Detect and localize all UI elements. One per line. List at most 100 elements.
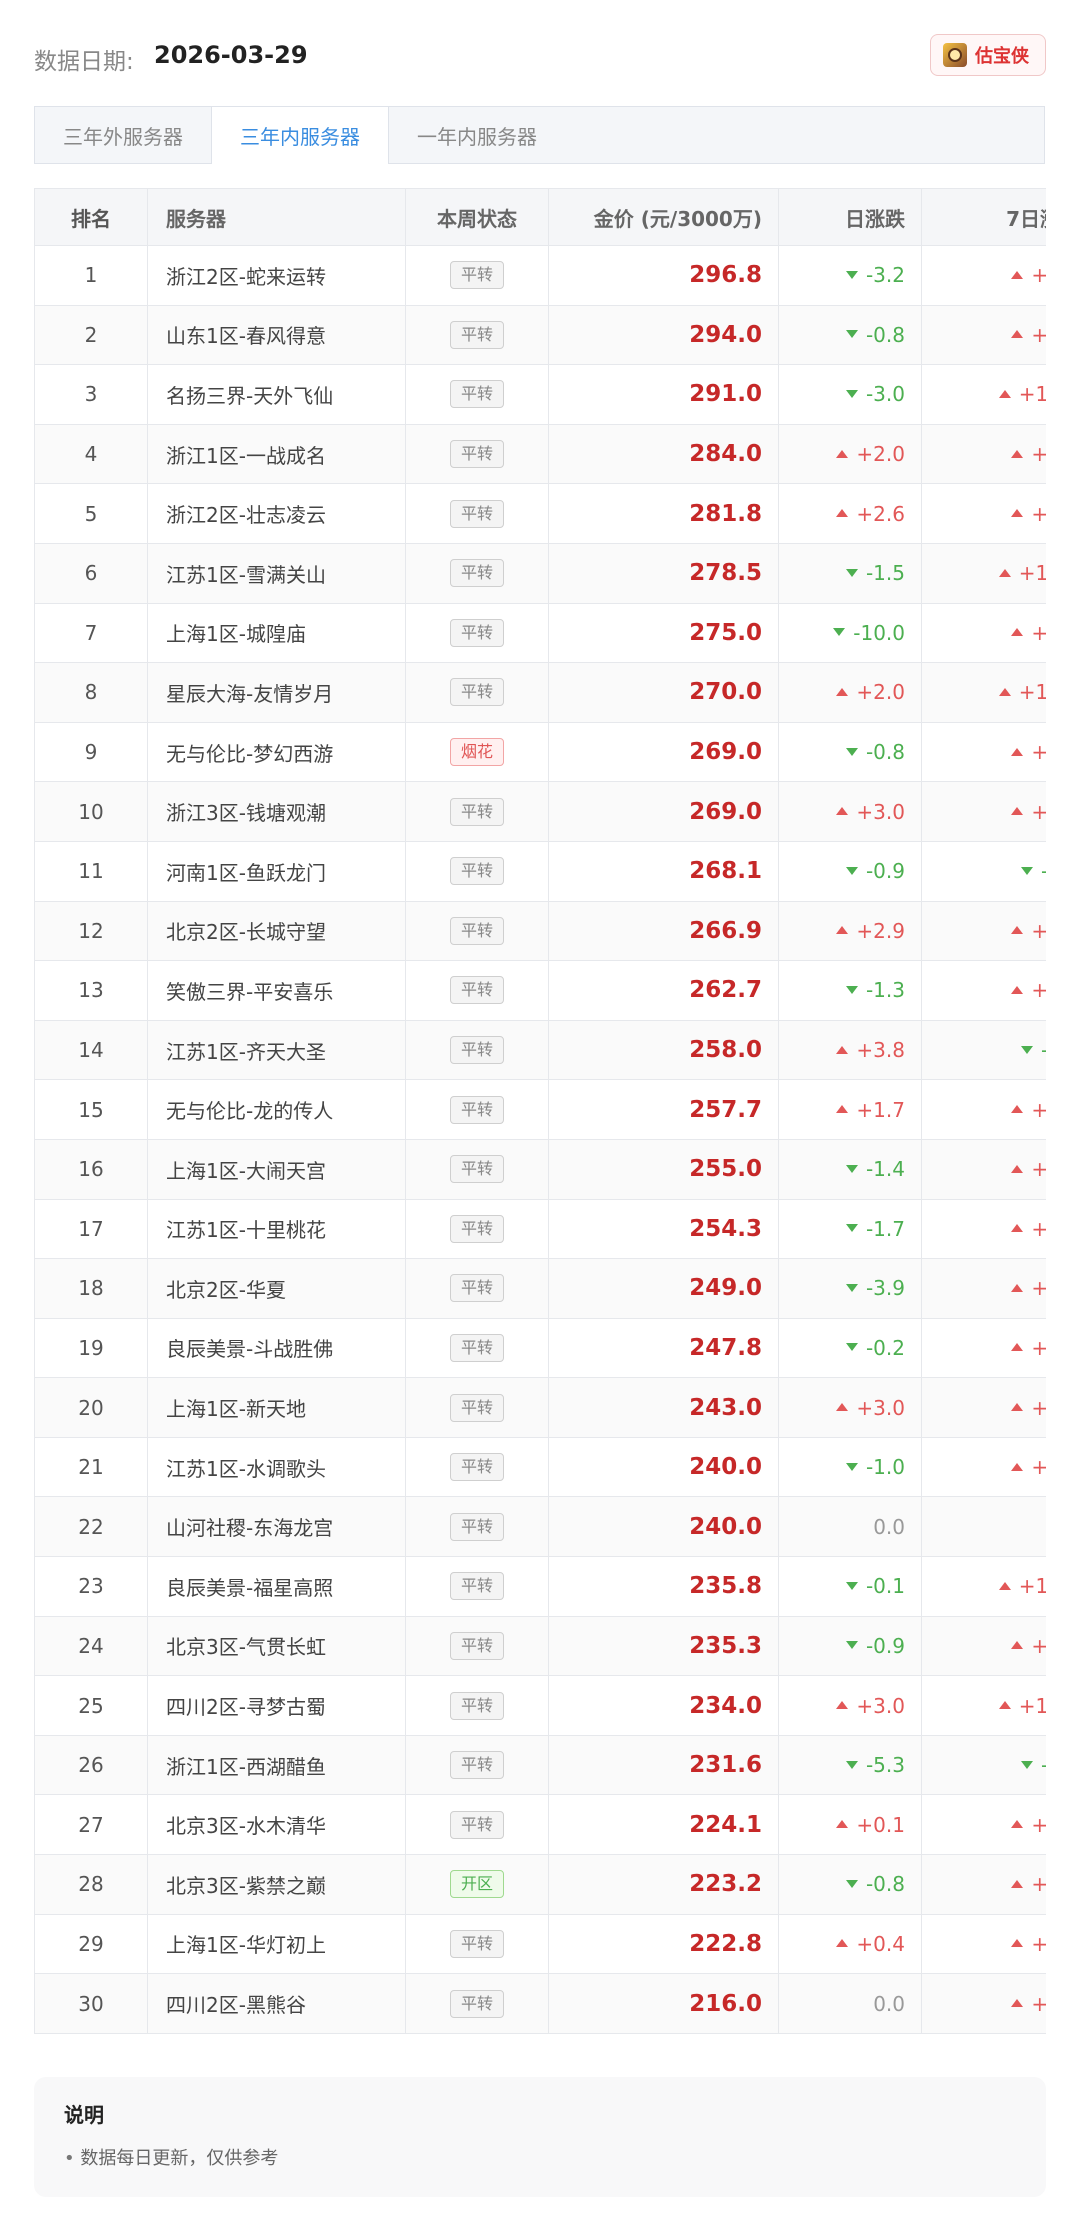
status-badge: 平转 bbox=[449, 1393, 504, 1422]
week-change-cell-text: +7.0 bbox=[1031, 620, 1046, 645]
day-change-cell: -1.0 bbox=[778, 1436, 922, 1498]
tab-within-three-years[interactable]: 三年内服务器 bbox=[212, 106, 389, 164]
gold-price-table[interactable]: 排名 服务器 本周状态 金价 (元/3000万) 日涨跌 7日涨跌 1浙江2区-… bbox=[34, 188, 1046, 2039]
day-change-cell: +2.6 bbox=[778, 483, 922, 544]
week-change-cell: +0.8 bbox=[921, 1317, 1046, 1379]
week-change-cell-text: +10.3 bbox=[1018, 1574, 1046, 1599]
table-row[interactable]: 27北京3区-水木清华 平转 224.1 +0.1 +3.3 bbox=[34, 1794, 1046, 1856]
table-row[interactable]: 14江苏1区-齐天大圣 平转 258.0 +3.8 -4.5 bbox=[34, 1019, 1046, 1081]
date-label: 数据日期: bbox=[34, 49, 134, 75]
column-header-week-change[interactable]: 7日涨跌 bbox=[921, 188, 1046, 246]
triangle-down-icon bbox=[845, 330, 858, 339]
gold-price-cell: 262.7 bbox=[548, 960, 779, 1021]
table-row[interactable]: 4浙江1区-一战成名 平转 284.0 +2.0 +9.0 bbox=[34, 423, 1046, 485]
week-change-cell: 0.0 bbox=[921, 1496, 1046, 1558]
triangle-up-icon bbox=[1011, 330, 1024, 339]
column-header-rank[interactable]: 排名 bbox=[34, 188, 148, 246]
gold-price-cell: 257.7 bbox=[548, 1079, 779, 1140]
brand-button[interactable]: 估宝侠 bbox=[930, 34, 1046, 76]
status-badge: 平转 bbox=[449, 618, 504, 647]
day-change-cell-text: -1.0 bbox=[865, 1455, 905, 1480]
tab-over-three-years[interactable]: 三年外服务器 bbox=[35, 107, 212, 163]
week-change-cell-value: +16.0 bbox=[998, 1694, 1046, 1718]
table-row[interactable]: 7上海1区-城隍庙 平转 275.0 -10.0 +7.0 bbox=[34, 602, 1046, 664]
week-change-cell-text: +1.0 bbox=[1031, 1991, 1046, 2016]
rank-cell: 4 bbox=[34, 423, 148, 485]
gold-price-cell: 278.5 bbox=[548, 542, 779, 604]
column-header-price[interactable]: 金价 (元/3000万) bbox=[548, 188, 779, 246]
gold-price-cell: 269.0 bbox=[548, 781, 779, 842]
table-row[interactable]: 22山河社稷-东海龙宫 平转 240.0 0.0 0.0 bbox=[34, 1496, 1046, 1558]
week-change-cell-value: +4.7 bbox=[1011, 1872, 1046, 1896]
week-change-cell: -2.9 bbox=[921, 840, 1046, 902]
table-row[interactable]: 9无与伦比-梦幻西游 烟花 269.0 -0.8 +2.0 bbox=[34, 721, 1046, 783]
day-change-cell: -1.4 bbox=[778, 1138, 922, 1200]
gold-price-cell: 270.0 bbox=[548, 662, 779, 723]
status-badge: 平转 bbox=[449, 1751, 504, 1780]
triangle-down-icon bbox=[845, 270, 858, 279]
day-change-cell: +3.8 bbox=[778, 1019, 922, 1081]
table-row[interactable]: 18北京2区-华夏 平转 249.0 -3.9 +6.1 bbox=[34, 1258, 1046, 1319]
week-change-cell: -0.4 bbox=[921, 1734, 1046, 1796]
triangle-up-icon bbox=[1011, 1879, 1024, 1888]
week-change-cell: +2.0 bbox=[921, 1138, 1046, 1200]
server-name-cell: 名扬三界-天外飞仙 bbox=[147, 364, 406, 425]
gold-price-cell: 235.3 bbox=[548, 1615, 779, 1677]
table-row[interactable]: 11河南1区-鱼跃龙门 平转 268.1 -0.9 -2.9 bbox=[34, 840, 1046, 902]
column-header-status[interactable]: 本周状态 bbox=[405, 188, 549, 246]
table-row[interactable]: 20上海1区-新天地 平转 243.0 +3.0 +4.0 bbox=[34, 1377, 1046, 1438]
day-change-cell-value: -0.9 bbox=[845, 1634, 905, 1658]
server-name-cell: 江苏1区-雪满关山 bbox=[147, 542, 406, 604]
rank-cell: 12 bbox=[34, 900, 148, 962]
table-row[interactable]: 15无与伦比-龙的传人 平转 257.7 +1.7 +7.7 bbox=[34, 1079, 1046, 1140]
table-row[interactable]: 2山东1区-春风得意 平转 294.0 -0.8 +3.6 bbox=[34, 304, 1046, 366]
status-badge: 平转 bbox=[449, 1274, 504, 1303]
triangle-down-icon bbox=[845, 1879, 858, 1888]
column-header-day-change[interactable]: 日涨跌 bbox=[778, 188, 922, 246]
day-change-cell-text: -10.0 bbox=[853, 620, 905, 645]
table-row[interactable]: 12北京2区-长城守望 平转 266.9 +2.9 +8.9 bbox=[34, 900, 1046, 962]
table-row[interactable]: 30四川2区-黑熊谷 平转 216.0 0.0 +1.0 bbox=[34, 1973, 1046, 2034]
table-row[interactable]: 21江苏1区-水调歌头 平转 240.0 -1.0 +7.8 bbox=[34, 1436, 1046, 1498]
table-row[interactable]: 8星辰大海-友情岁月 平转 270.0 +2.0 +12.0 bbox=[34, 662, 1046, 723]
notes-panel: 说明 数据每日更新，仅供参考 bbox=[34, 2077, 1046, 2197]
table-row[interactable]: 25四川2区-寻梦古蜀 平转 234.0 +3.0 +16.0 bbox=[34, 1675, 1046, 1736]
triangle-down-icon bbox=[1020, 1045, 1033, 1054]
rank-cell: 5 bbox=[34, 483, 148, 544]
table-row[interactable]: 28北京3区-紫禁之巅 开区 223.2 -0.8 +4.7 bbox=[34, 1854, 1046, 1915]
week-change-cell: +10.3 bbox=[921, 1556, 1046, 1617]
tab-within-one-year[interactable]: 一年内服务器 bbox=[389, 107, 565, 163]
table-row[interactable]: 3名扬三界-天外飞仙 平转 291.0 -3.0 +11.0 bbox=[34, 364, 1046, 425]
table-row[interactable]: 19良辰美景-斗战胜佛 平转 247.8 -0.2 +0.8 bbox=[34, 1317, 1046, 1379]
week-change-cell: +4.7 bbox=[921, 1854, 1046, 1915]
table-row[interactable]: 6江苏1区-雪满关山 平转 278.5 -1.5 +12.5 bbox=[34, 542, 1046, 604]
table-row[interactable]: 13笑傲三界-平安喜乐 平转 262.7 -1.3 +2.7 bbox=[34, 960, 1046, 1021]
table-row[interactable]: 5浙江2区-壮志凌云 平转 281.8 +2.6 +9.8 bbox=[34, 483, 1046, 544]
gold-price-cell: 258.0 bbox=[548, 1019, 779, 1081]
table-row[interactable]: 16上海1区-大闹天宫 平转 255.0 -1.4 +2.0 bbox=[34, 1138, 1046, 1200]
triangle-down-icon bbox=[845, 747, 858, 756]
table-row[interactable]: 10浙江3区-钱塘观潮 平转 269.0 +3.0 +6.0 bbox=[34, 781, 1046, 842]
gold-price-cell: 231.6 bbox=[548, 1734, 779, 1796]
week-change-cell-value: +2.0 bbox=[1011, 1157, 1046, 1181]
gold-price-cell: 240.0 bbox=[548, 1436, 779, 1498]
table-row[interactable]: 24北京3区-气贯长虹 平转 235.3 -0.9 +2.3 bbox=[34, 1615, 1046, 1677]
server-name-cell: 无与伦比-龙的传人 bbox=[147, 1079, 406, 1140]
table-row[interactable]: 29上海1区-华灯初上 平转 222.8 +0.4 +3.8 bbox=[34, 1913, 1046, 1975]
status-cell: 平转 bbox=[405, 662, 549, 723]
table-row[interactable]: 23良辰美景-福星高照 平转 235.8 -0.1 +10.3 bbox=[34, 1556, 1046, 1617]
week-change-cell-text: +2.3 bbox=[1031, 1633, 1046, 1658]
status-cell: 平转 bbox=[405, 900, 549, 962]
day-change-cell-text: -1.7 bbox=[865, 1216, 905, 1241]
day-change-cell-value: -0.8 bbox=[845, 740, 905, 764]
gold-price-cell: 269.0 bbox=[548, 721, 779, 783]
table-row[interactable]: 1浙江2区-蛇来运转 平转 296.8 -3.2 +5.8 bbox=[34, 245, 1046, 306]
table-row[interactable]: 17江苏1区-十里桃花 平转 254.3 -1.7 +6.4 bbox=[34, 1198, 1046, 1260]
column-header-server[interactable]: 服务器 bbox=[147, 188, 406, 246]
status-cell: 平转 bbox=[405, 1794, 549, 1856]
day-change-cell-text: -0.9 bbox=[865, 859, 905, 884]
server-name-cell: 上海1区-新天地 bbox=[147, 1377, 406, 1438]
table-row[interactable]: 26浙江1区-西湖醋鱼 平转 231.6 -5.3 -0.4 bbox=[34, 1734, 1046, 1796]
day-change-cell-value: -0.2 bbox=[845, 1336, 905, 1360]
status-badge: 平转 bbox=[449, 857, 504, 886]
